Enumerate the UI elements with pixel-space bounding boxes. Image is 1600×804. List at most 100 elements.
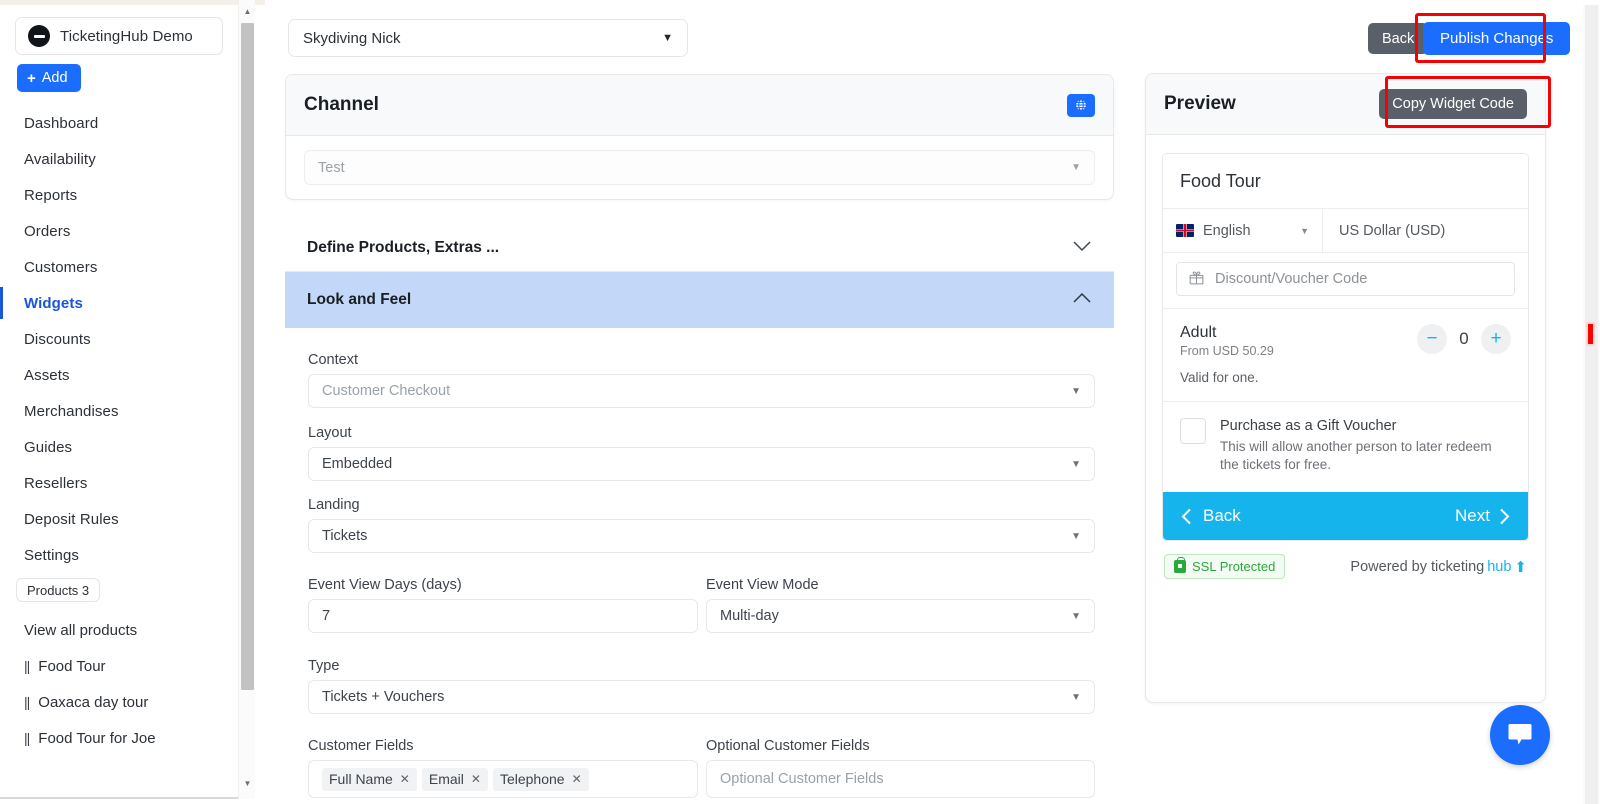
- widget-back-label: Back: [1203, 506, 1241, 526]
- ticket-quantity-stepper: − 0 +: [1417, 324, 1511, 354]
- sidebar-bottom-divider: [0, 797, 238, 799]
- chevron-down-icon: ▼: [1071, 162, 1081, 173]
- channel-select[interactable]: Test ▼: [304, 150, 1095, 185]
- app-root: TicketingHub Demo + Add Dashboard Availa…: [0, 0, 1600, 804]
- field-label: Optional Customer Fields: [706, 738, 870, 754]
- product-item-food-tour[interactable]: || Food Tour: [0, 648, 238, 684]
- accordion-look-and-feel[interactable]: Look and Feel: [285, 272, 1114, 328]
- ssl-badge: SSL Protected: [1164, 554, 1286, 580]
- workspace-switcher[interactable]: TicketingHub Demo: [15, 17, 223, 55]
- accordion-title: Look and Feel: [307, 291, 412, 308]
- widget-currency-select[interactable]: US Dollar (USD): [1323, 209, 1528, 252]
- type-select-value: Tickets + Vouchers: [322, 689, 445, 705]
- tag-telephone[interactable]: Telephone ✕: [492, 767, 589, 791]
- scrollbar-annotation-marker: [1586, 322, 1595, 346]
- sidebar-item-customers[interactable]: Customers: [0, 249, 238, 285]
- field-customer-fields: Customer Fields Full Name ✕ Email ✕ Tele…: [308, 738, 698, 798]
- back-button[interactable]: Back: [1368, 23, 1429, 54]
- minus-icon[interactable]: −: [1417, 324, 1447, 354]
- preview-header: Preview Copy Widget Code: [1146, 74, 1545, 135]
- main-scrollbar[interactable]: [1583, 5, 1600, 804]
- landing-select[interactable]: Tickets ▼: [308, 519, 1095, 553]
- widget-back-button[interactable]: Back: [1181, 506, 1241, 526]
- sidebar-item-settings[interactable]: Settings: [0, 537, 238, 573]
- sidebar-item-guides[interactable]: Guides: [0, 429, 238, 465]
- sidebar-item-label: Merchandises: [24, 402, 119, 420]
- widget-next-label: Next: [1455, 506, 1490, 526]
- layout-select[interactable]: Embedded ▼: [308, 447, 1095, 481]
- type-select[interactable]: Tickets + Vouchers ▼: [308, 680, 1095, 714]
- close-x-icon[interactable]: ✕: [400, 772, 410, 786]
- gift-voucher-title: Purchase as a Gift Voucher: [1220, 418, 1397, 434]
- event-view-days-input[interactable]: 7: [308, 599, 698, 633]
- sidebar-item-label: Dashboard: [24, 114, 99, 132]
- plus-icon[interactable]: +: [1481, 324, 1511, 354]
- chevron-down-icon: ▼: [1071, 691, 1081, 703]
- sidebar-scrollbar-thumb[interactable]: [241, 23, 254, 690]
- add-button-label: Add: [41, 70, 68, 86]
- globe-icon[interactable]: [1067, 93, 1095, 117]
- view-all-products-link[interactable]: View all products: [0, 612, 238, 648]
- ticket-circle-icon: [28, 25, 50, 47]
- booking-widget-preview: Food Tour English ▼ US Dollar (USD) Disc…: [1162, 153, 1529, 542]
- tag-email[interactable]: Email ✕: [421, 767, 488, 791]
- scroll-up-icon[interactable]: ▲: [239, 3, 256, 20]
- sidebar-item-dashboard[interactable]: Dashboard: [0, 105, 238, 141]
- field-label: Customer Fields: [308, 738, 414, 754]
- add-button[interactable]: + Add: [17, 64, 81, 92]
- widget-gift-voucher-option: Purchase as a Gift Voucher This will all…: [1163, 402, 1528, 492]
- widget-selector[interactable]: Skydiving Nick ▼: [288, 19, 688, 57]
- main-scrollbar-thumb[interactable]: [1585, 5, 1598, 804]
- chevron-down-icon: ▼: [1300, 225, 1309, 236]
- sidebar-item-merchandises[interactable]: Merchandises: [0, 393, 238, 429]
- drag-handle-icon: ||: [24, 694, 30, 710]
- products-section: Products 3 View all products || Food Tou…: [0, 578, 238, 756]
- sidebar-item-availability[interactable]: Availability: [0, 141, 238, 177]
- optional-customer-fields-placeholder: Optional Customer Fields: [720, 771, 884, 787]
- close-x-icon[interactable]: ✕: [471, 772, 481, 786]
- scroll-down-icon[interactable]: ▼: [239, 775, 256, 792]
- chevron-left-icon: [1181, 508, 1191, 525]
- optional-customer-fields-input[interactable]: Optional Customer Fields: [706, 760, 1095, 798]
- customer-fields-input[interactable]: Full Name ✕ Email ✕ Telephone ✕: [308, 760, 698, 798]
- channel-card-body: Test ▼: [286, 136, 1113, 185]
- sidebar-scrollbar[interactable]: ▲ ▼: [238, 0, 255, 799]
- field-type: Type Tickets + Vouchers ▼: [308, 658, 1095, 714]
- view-all-products-label: View all products: [24, 621, 138, 639]
- powered-brand: hub: [1487, 558, 1512, 575]
- product-item-oaxaca-day-tour[interactable]: || Oaxaca day tour: [0, 684, 238, 720]
- chevron-down-icon: ▼: [662, 32, 673, 44]
- context-select[interactable]: Customer Checkout ▼: [308, 374, 1095, 408]
- ssl-label: SSL Protected: [1192, 559, 1276, 575]
- widget-voucher-placeholder: Discount/Voucher Code: [1215, 271, 1368, 287]
- landing-select-value: Tickets: [322, 528, 368, 544]
- channel-card: Channel Test ▼: [285, 74, 1114, 200]
- widget-voucher-input[interactable]: Discount/Voucher Code: [1176, 262, 1515, 296]
- powered-by: Powered by ticketing hub ⬆: [1350, 558, 1527, 576]
- accordion-title: Define Products, Extras ...: [307, 238, 500, 256]
- sidebar-item-widgets[interactable]: Widgets: [0, 285, 238, 321]
- field-layout: Layout Embedded ▼: [308, 425, 1095, 481]
- product-item-food-tour-for-joe[interactable]: || Food Tour for Joe: [0, 720, 238, 756]
- sidebar-item-assets[interactable]: Assets: [0, 357, 238, 393]
- sidebar-item-discounts[interactable]: Discounts: [0, 321, 238, 357]
- sidebar-item-label: Deposit Rules: [24, 510, 119, 528]
- accordion-define-products[interactable]: Define Products, Extras ...: [285, 224, 1114, 272]
- field-label: Type: [308, 658, 340, 674]
- close-x-icon[interactable]: ✕: [572, 772, 582, 786]
- publish-changes-button[interactable]: Publish Changes: [1423, 22, 1571, 55]
- widget-language-select[interactable]: English ▼: [1163, 209, 1323, 252]
- tag-full-name[interactable]: Full Name ✕: [322, 767, 417, 791]
- preview-body: Food Tour English ▼ US Dollar (USD) Disc…: [1146, 135, 1545, 597]
- chat-bubble-icon[interactable]: [1490, 705, 1550, 765]
- widget-next-button[interactable]: Next: [1455, 506, 1510, 526]
- gift-voucher-checkbox[interactable]: [1180, 418, 1206, 444]
- sidebar-item-resellers[interactable]: Resellers: [0, 465, 238, 501]
- sidebar-item-deposit-rules[interactable]: Deposit Rules: [0, 501, 238, 537]
- copy-widget-code-button[interactable]: Copy Widget Code: [1379, 89, 1527, 119]
- event-view-mode-select[interactable]: Multi-day ▼: [706, 599, 1095, 633]
- sidebar-item-reports[interactable]: Reports: [0, 177, 238, 213]
- product-label: Food Tour for Joe: [38, 729, 156, 747]
- widget-selector-value: Skydiving Nick: [303, 29, 401, 47]
- sidebar-item-orders[interactable]: Orders: [0, 213, 238, 249]
